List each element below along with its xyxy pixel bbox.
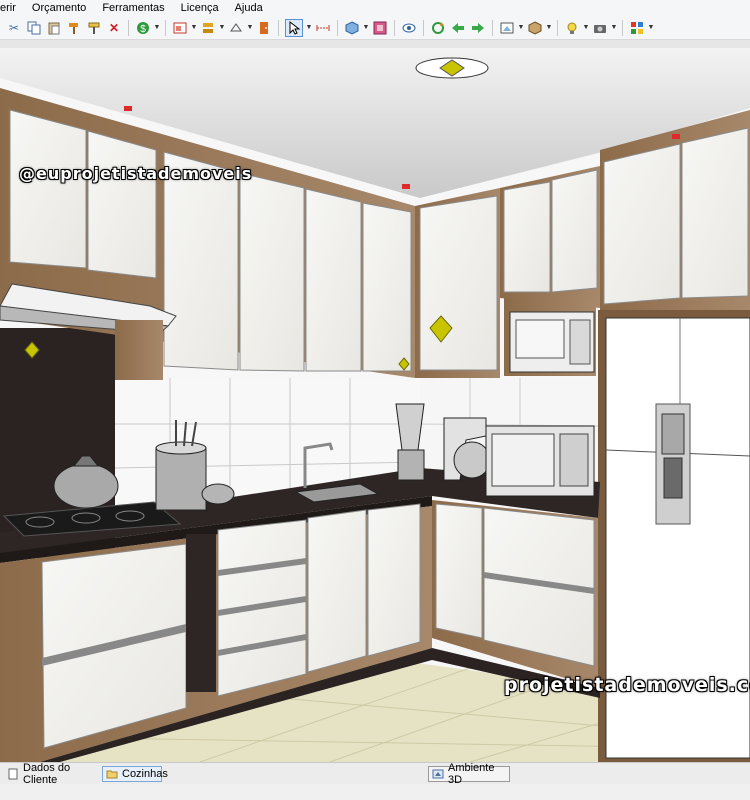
chevron-down-icon[interactable]: ▼ xyxy=(546,20,553,36)
chevron-down-icon[interactable]: ▼ xyxy=(219,20,226,36)
menu-item-ferramentas[interactable]: Ferramentas xyxy=(94,0,172,17)
status-bar: Dados do Cliente Cozinhas Ambiente 3D xyxy=(0,762,750,786)
3d-viewport[interactable]: @euprojetistademoveis projetistademoveis… xyxy=(0,48,750,762)
camera-icon[interactable] xyxy=(592,20,608,36)
watermark-bottom: projetistademoveis.com xyxy=(504,674,750,696)
3d-view-icon xyxy=(432,768,444,780)
tab-ambiente-3d[interactable]: Ambiente 3D xyxy=(428,762,510,786)
toolbar-separator xyxy=(622,20,623,36)
chevron-down-icon[interactable]: ▼ xyxy=(518,20,525,36)
toolbar-separator xyxy=(492,20,493,36)
paste-icon[interactable] xyxy=(46,20,62,36)
toolbar-separator xyxy=(128,20,129,36)
menu-item-orcamento[interactable]: Orçamento xyxy=(24,0,94,17)
bottom-strip xyxy=(0,784,750,800)
paint-icon[interactable] xyxy=(86,20,102,36)
layout-icon[interactable] xyxy=(172,20,188,36)
chevron-down-icon[interactable]: ▼ xyxy=(611,20,618,36)
tab-cozinhas[interactable]: Cozinhas xyxy=(102,766,168,782)
toolbar-separator xyxy=(423,20,424,36)
toolbar-separator xyxy=(337,20,338,36)
document-icon xyxy=(7,768,19,780)
chevron-down-icon[interactable]: ▼ xyxy=(154,20,161,36)
toolbar-separator xyxy=(394,20,395,36)
tab-dados-do-cliente[interactable]: Dados do Cliente xyxy=(4,762,100,786)
cursor-icon[interactable] xyxy=(285,19,303,37)
menu-item-licenca[interactable]: Licença xyxy=(173,0,227,17)
chevron-down-icon[interactable]: ▼ xyxy=(583,20,590,36)
view-icon[interactable] xyxy=(499,20,515,36)
watermark-top: @euprojetistademoveis xyxy=(19,164,253,183)
arrow-right-icon[interactable] xyxy=(470,20,486,36)
menu-item-ajuda[interactable]: Ajuda xyxy=(227,0,271,17)
chevron-down-icon[interactable]: ▼ xyxy=(247,20,254,36)
tab-label: Ambiente 3D xyxy=(448,762,495,786)
chevron-down-icon[interactable]: ▼ xyxy=(191,20,198,36)
chevron-down-icon[interactable]: ▼ xyxy=(363,20,370,36)
money-icon[interactable]: $ xyxy=(135,20,151,36)
lamp-icon[interactable] xyxy=(564,20,580,36)
hammer-icon[interactable] xyxy=(66,20,82,36)
chevron-down-icon[interactable]: ▼ xyxy=(306,20,313,36)
measure-icon[interactable] xyxy=(315,20,331,36)
folder-icon xyxy=(106,768,118,780)
stack-icon[interactable] xyxy=(200,20,216,36)
rotate-icon[interactable] xyxy=(430,20,446,36)
menu-bar: erir Orçamento Ferramentas Licença Ajuda xyxy=(0,0,750,17)
svg-text:$: $ xyxy=(140,24,146,35)
toolbar: ✂ ✕ $ ▼ ▼ ▼ ▼ ▼ ▼ ▼ ▼ ▼ ▼ ▼ xyxy=(0,17,750,40)
tab-label: Dados do Cliente xyxy=(23,762,71,786)
toolbar-separator xyxy=(278,20,279,36)
box-icon[interactable] xyxy=(527,20,543,36)
cube-icon[interactable] xyxy=(344,20,360,36)
kitchen-render xyxy=(0,48,750,762)
toolbar-separator xyxy=(557,20,558,36)
grid-icon[interactable] xyxy=(629,20,645,36)
chevron-down-icon[interactable]: ▼ xyxy=(648,20,655,36)
door-icon[interactable] xyxy=(256,20,272,36)
shape-icon[interactable] xyxy=(228,20,244,36)
delete-icon[interactable]: ✕ xyxy=(106,20,122,36)
tab-label: Cozinhas xyxy=(122,768,168,780)
toolbar-separator xyxy=(165,20,166,36)
palette-icon[interactable] xyxy=(372,20,388,36)
menu-item-inserir[interactable]: erir xyxy=(0,0,24,17)
arrow-left-icon[interactable] xyxy=(450,20,466,36)
copy-icon[interactable] xyxy=(26,20,42,36)
eye-icon[interactable] xyxy=(401,20,417,36)
scissors-icon[interactable]: ✂ xyxy=(6,20,22,36)
